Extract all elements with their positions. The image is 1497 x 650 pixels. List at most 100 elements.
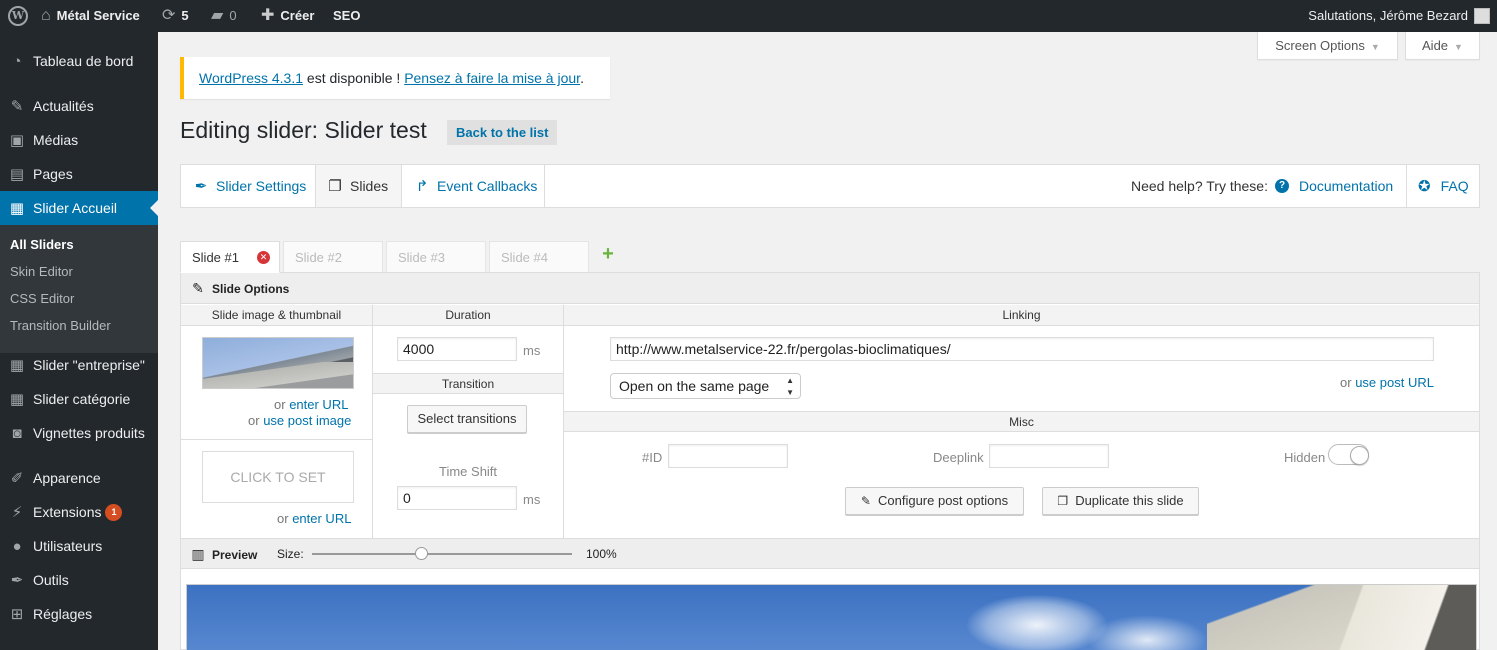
select-arrows-icon: ▲ ▼ <box>786 376 794 397</box>
slide-options-header: ✎ Slide Options <box>181 273 1479 304</box>
slide-thumbnail[interactable] <box>202 337 354 389</box>
slide-options-title: Slide Options <box>212 282 290 296</box>
share-arrow-icon: ↱ <box>415 178 429 195</box>
edit-icon: ✎ <box>192 280 204 296</box>
settings-icon: ⊞ <box>10 606 24 623</box>
image-use-post: or use post image <box>248 413 351 428</box>
time-shift-unit: ms <box>523 492 541 507</box>
tab-label: Slides <box>350 178 389 194</box>
slide-tab-1[interactable]: Slide #1 ✕ <box>180 241 280 273</box>
sidebar-item-vignettes[interactable]: ◙ Vignettes produits <box>0 416 158 450</box>
link-target-value: Open on the same page <box>619 378 770 394</box>
tab-slider-settings[interactable]: ✒ Slider Settings <box>181 165 316 207</box>
screen-options-label: Screen Options <box>1275 38 1365 53</box>
select-transitions-button[interactable]: Select transitions <box>407 405 527 433</box>
id-input[interactable] <box>668 444 788 468</box>
site-name: Métal Service <box>56 8 140 23</box>
sidebar-item-tools[interactable]: ✒ Outils <box>0 563 158 597</box>
transition-header: Transition <box>373 373 563 394</box>
new-content-link[interactable]: ✚ Créer <box>261 0 314 32</box>
sidebar-item-extensions[interactable]: ⚡ Extensions 1 <box>0 495 158 529</box>
slider-icon: ▦ <box>9 357 25 374</box>
image-enter-url: or enter URL <box>274 397 348 412</box>
screen-options-button[interactable]: Screen Options ▼ <box>1257 32 1398 60</box>
wordpress-logo[interactable]: W <box>8 0 28 32</box>
slide-tab-2[interactable]: Slide #2 <box>283 241 383 273</box>
tab-slides[interactable]: ❐ Slides <box>316 165 402 207</box>
deeplink-input[interactable] <box>989 444 1109 468</box>
admin-bar: W ⌂ Métal Service ⟳ 5 ▰ 0 ✚ Créer SEO Saluta… <box>0 0 1497 32</box>
greeting: Salutations, Jérôme Bezard <box>1308 8 1468 23</box>
tab-label: Slider Settings <box>216 178 307 194</box>
faq-link[interactable]: ✪ FAQ <box>1418 165 1469 207</box>
sidebar-item-label: Slider "entreprise" <box>33 357 145 373</box>
duplicate-slide-button[interactable]: ❐ Duplicate this slide <box>1042 487 1199 515</box>
update-now-link[interactable]: Pensez à faire la mise à jour <box>404 70 580 86</box>
sidebar-item-slider-entreprise[interactable]: ▦ Slider "entreprise" <box>0 348 158 382</box>
thumbnail-click-to-set[interactable]: CLICK TO SET <box>202 451 354 503</box>
sidebar-item-label: Tableau de bord <box>33 53 134 69</box>
configure-post-options-button[interactable]: ✎ Configure post options <box>845 487 1024 515</box>
sidebar-item-media[interactable]: ▣ Médias <box>0 123 158 157</box>
id-label: #ID <box>642 450 663 465</box>
preview-title: Preview <box>212 548 258 562</box>
question-icon: ? <box>1275 179 1289 194</box>
remove-slide-icon[interactable]: ✕ <box>257 251 270 264</box>
camera-icon: ◙ <box>12 425 22 442</box>
sidebar-item-slider-accueil[interactable]: ▦ Slider Accueil <box>0 191 158 225</box>
copy-icon: ❐ <box>1057 494 1069 508</box>
sidebar-item-dashboard[interactable]: ◔ Tableau de bord <box>0 44 158 78</box>
size-slider-track[interactable] <box>312 553 572 555</box>
sidebar-item-label: Extensions <box>33 504 102 520</box>
slides-icon: ❐ <box>328 178 342 195</box>
sidebar-item-appearance[interactable]: ✐ Apparence <box>0 461 158 495</box>
back-to-list-button[interactable]: Back to the list <box>447 120 558 145</box>
avatar <box>1474 7 1490 24</box>
update-notice: WordPress 4.3.1 est disponible ! Pensez … <box>180 57 610 99</box>
seo-link[interactable]: SEO <box>333 0 360 32</box>
tab-event-callbacks[interactable]: ↱ Event Callbacks <box>402 165 545 207</box>
help-tab-button[interactable]: Aide ▼ <box>1405 32 1480 60</box>
or-text: or <box>1340 375 1352 390</box>
button-label: Configure post options <box>877 493 1009 508</box>
add-slide-icon[interactable]: + <box>599 243 617 265</box>
sidebar-item-slider-categorie[interactable]: ▦ Slider catégorie <box>0 382 158 416</box>
wordpress-version-link[interactable]: WordPress 4.3.1 <box>199 70 303 86</box>
sidebar-item-news[interactable]: ✎ Actualités <box>0 89 158 123</box>
sidebar-item-settings[interactable]: ⊞ Réglages <box>0 597 158 631</box>
slide-tab-label: Slide #1 <box>192 250 239 265</box>
hidden-toggle[interactable] <box>1328 444 1369 465</box>
misc-header: Misc <box>564 411 1479 432</box>
link-target-select[interactable]: Open on the same page ▲ ▼ <box>610 373 801 399</box>
enter-url-link[interactable]: enter URL <box>292 511 351 526</box>
slide-tab-4[interactable]: Slide #4 <box>489 241 589 273</box>
row-divider <box>181 439 372 440</box>
plugin-icon: ⚡ <box>11 504 23 521</box>
comments-link[interactable]: ▰ 0 <box>211 0 237 32</box>
sidebar-item-users[interactable]: ● Utilisateurs <box>0 529 158 563</box>
updates-link[interactable]: ⟳ 5 <box>162 0 189 32</box>
user-icon: ● <box>12 538 22 555</box>
slide-tab-3[interactable]: Slide #3 <box>386 241 486 273</box>
help-text: Need help? Try these: <box>1131 178 1268 194</box>
documentation-link[interactable]: ? Documentation <box>1275 165 1393 207</box>
submenu-css-editor[interactable]: CSS Editor <box>10 289 74 309</box>
user-account-link[interactable]: Salutations, Jérôme Bezard <box>1308 0 1490 32</box>
use-post-image-link[interactable]: use post image <box>263 413 351 428</box>
duration-input[interactable]: 4000 <box>397 337 517 361</box>
time-shift-input[interactable]: 0 <box>397 486 517 510</box>
enter-url-link[interactable]: enter URL <box>289 397 348 412</box>
page-icon: ▤ <box>9 166 25 183</box>
site-name-link[interactable]: ⌂ Métal Service <box>41 0 140 32</box>
use-post-url-link[interactable]: use post URL <box>1355 375 1434 390</box>
updates-count: 5 <box>181 8 189 23</box>
submenu-all-sliders[interactable]: All Sliders <box>10 235 74 255</box>
submenu-skin-editor[interactable]: Skin Editor <box>10 262 73 282</box>
time-shift-label: Time Shift <box>439 464 498 479</box>
plus-icon: ✚ <box>261 6 275 24</box>
link-url-input[interactable]: http://www.metalservice-22.fr/pergolas-b… <box>610 337 1434 361</box>
refresh-icon: ⟳ <box>162 6 176 24</box>
slider-icon: ▦ <box>9 391 25 408</box>
sidebar-item-pages[interactable]: ▤ Pages <box>0 157 158 191</box>
submenu-transition-builder[interactable]: Transition Builder <box>10 316 111 336</box>
